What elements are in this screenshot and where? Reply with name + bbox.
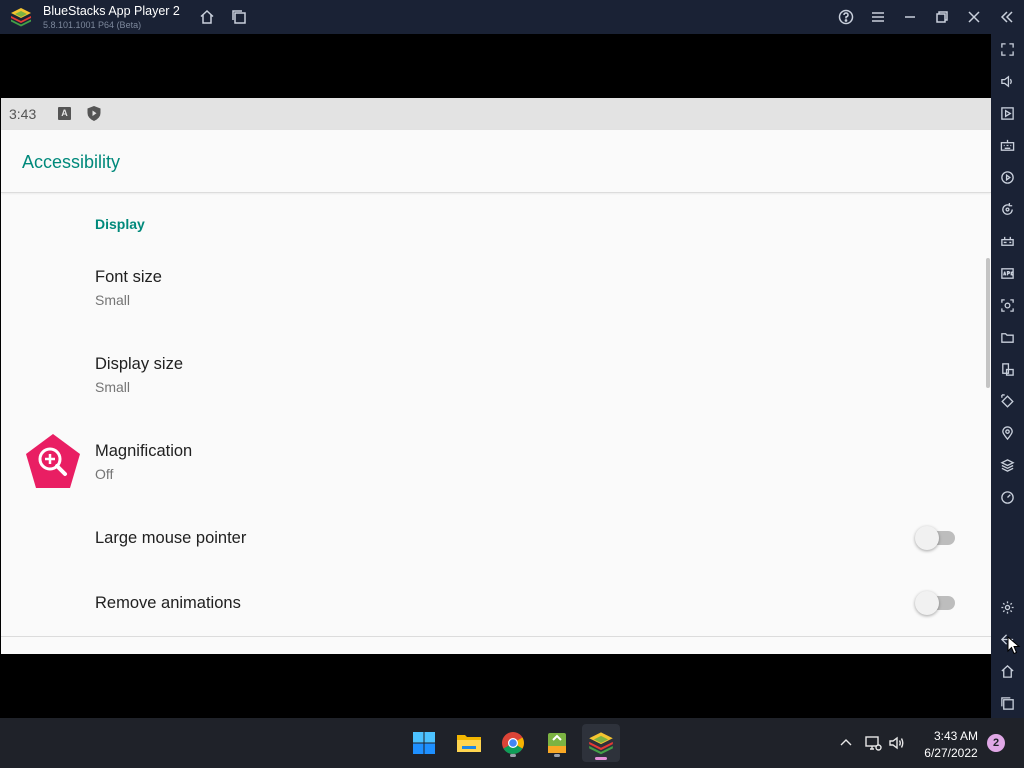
preference-list: Display Font size Small Display size Sma… — [1, 194, 991, 654]
location-icon[interactable] — [998, 424, 1017, 443]
android-status-bar: 3:43 A — [1, 98, 991, 130]
bluestacks-x-icon[interactable] — [541, 727, 573, 759]
file-explorer-icon[interactable] — [453, 727, 485, 759]
running-indicator — [510, 754, 516, 757]
pref-title: Magnification — [95, 442, 193, 460]
settings-icon[interactable] — [998, 598, 1017, 617]
pref-magnification[interactable]: Magnification Off — [1, 428, 991, 508]
restore-icon[interactable] — [932, 7, 952, 27]
bluestacks-logo-icon — [11, 8, 31, 27]
windows-taskbar: 3:43 AM 6/27/2022 2 — [0, 718, 1024, 768]
divider — [1, 636, 991, 637]
shield-icon — [87, 106, 101, 121]
pref-summary: Small — [95, 292, 131, 308]
multi-instance-manager-icon[interactable] — [998, 360, 1017, 379]
scrollbar[interactable] — [986, 258, 990, 388]
close-icon[interactable] — [964, 7, 984, 27]
pref-summary: Small — [95, 379, 131, 395]
pref-title: Display size — [95, 355, 184, 373]
rotate-icon[interactable] — [998, 392, 1017, 411]
mouse-cursor-icon — [1007, 636, 1021, 655]
window-titlebar: BlueStacks App Player 2 5.8.101.1001 P64… — [0, 0, 1024, 34]
remove-animations-toggle[interactable] — [915, 589, 957, 615]
pref-title: Font size — [95, 268, 162, 286]
network-icon[interactable] — [864, 734, 882, 752]
large-mouse-pointer-toggle[interactable] — [915, 524, 957, 550]
status-time: 3:43 — [9, 106, 37, 122]
pref-font-size[interactable]: Font size Small — [1, 254, 991, 334]
volume-icon[interactable] — [998, 72, 1017, 91]
speaker-icon[interactable] — [888, 734, 906, 752]
gamepad-icon[interactable] — [998, 232, 1017, 251]
pref-summary: Off — [95, 466, 114, 482]
pref-display-size[interactable]: Display size Small — [1, 341, 991, 421]
recent-apps-icon[interactable] — [998, 694, 1017, 713]
keyboard-indicator-icon: A — [58, 107, 71, 120]
folder-icon[interactable] — [998, 328, 1017, 347]
windows-start-icon[interactable] — [408, 727, 440, 759]
pref-remove-animations[interactable]: Remove animations — [1, 580, 991, 640]
active-indicator — [595, 757, 607, 760]
eco-mode-icon[interactable] — [998, 488, 1017, 507]
media-manager-icon[interactable] — [998, 104, 1017, 123]
app-bar: Accessibility — [1, 130, 991, 193]
minimize-icon[interactable] — [900, 7, 920, 27]
screenshot-icon[interactable] — [998, 296, 1017, 315]
pref-large-mouse-pointer[interactable]: Large mouse pointer — [1, 515, 991, 575]
menu-icon[interactable] — [868, 7, 888, 27]
multi-instance-icon[interactable] — [229, 7, 249, 27]
clock-date[interactable]: 6/27/2022 — [916, 746, 986, 760]
macro-recorder-icon[interactable] — [998, 168, 1017, 187]
home-icon[interactable] — [197, 7, 217, 27]
window-title: BlueStacks App Player 2 — [43, 4, 180, 18]
show-hidden-icons-icon[interactable] — [837, 734, 855, 752]
notification-badge[interactable]: 2 — [987, 734, 1005, 752]
pref-title: Large mouse pointer — [95, 529, 247, 547]
sync-icon[interactable] — [998, 200, 1017, 219]
clock-time[interactable]: 3:43 AM — [926, 729, 986, 743]
bluestacks-sidebar — [991, 34, 1024, 718]
help-icon[interactable] — [836, 7, 856, 27]
window-version: 5.8.101.1001 P64 (Beta) — [43, 20, 142, 30]
layers-icon[interactable] — [998, 456, 1017, 475]
fullscreen-icon[interactable] — [998, 40, 1017, 59]
install-apk-icon[interactable] — [998, 264, 1017, 283]
android-home-icon[interactable] — [998, 662, 1017, 681]
running-indicator — [554, 754, 560, 757]
page-title: Accessibility — [22, 152, 121, 172]
chrome-icon[interactable] — [497, 727, 529, 759]
bluestacks-player-icon[interactable] — [582, 724, 620, 762]
magnification-icon — [26, 434, 80, 488]
keyboard-controls-icon[interactable] — [998, 136, 1017, 155]
pref-title: Remove animations — [95, 594, 241, 612]
section-header-display: Display — [95, 216, 145, 232]
android-screen: 3:43 A Accessibility Display Font size S… — [1, 98, 991, 654]
collapse-sidebar-icon[interactable] — [997, 7, 1017, 27]
